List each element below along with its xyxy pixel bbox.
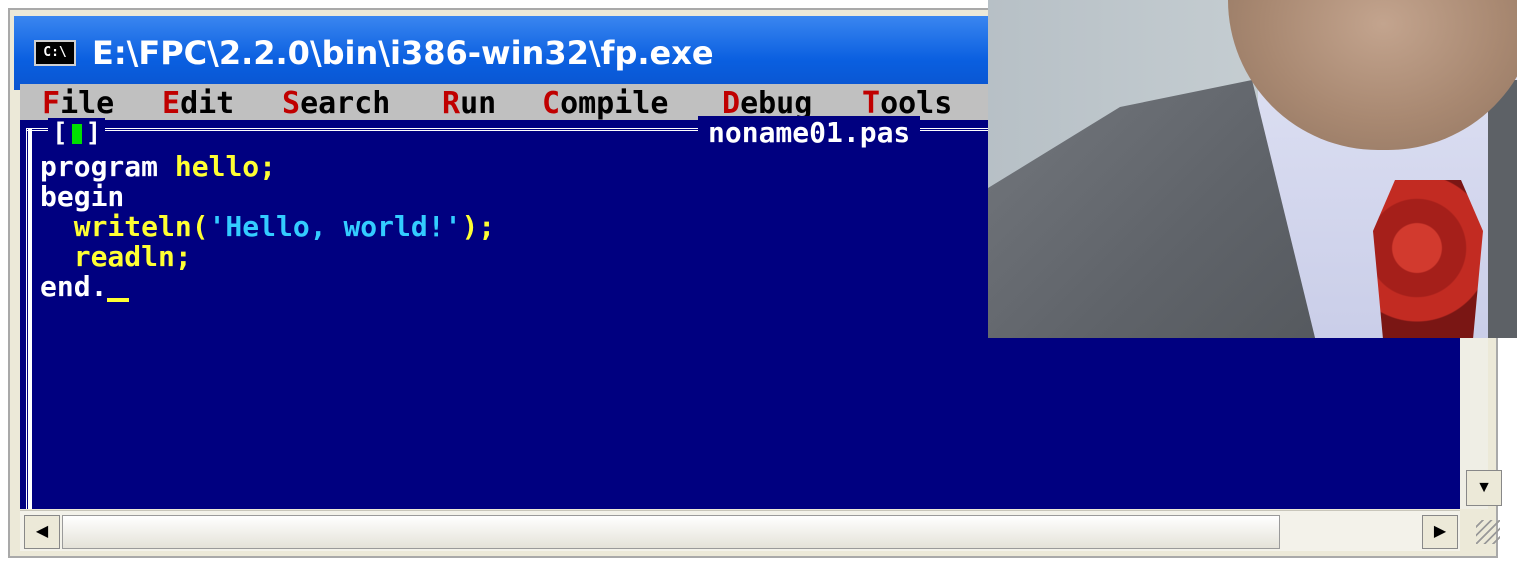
close-box-open-bracket: [ xyxy=(52,118,68,148)
code-line-1: program hello; xyxy=(40,152,495,182)
editor-filename: noname01.pas xyxy=(698,116,921,150)
editor-close-box[interactable]: [] xyxy=(48,118,106,148)
menu-search-label: earch xyxy=(300,86,391,121)
menu-edit[interactable]: Edit xyxy=(162,86,234,121)
code-line-2: begin xyxy=(40,182,495,212)
menu-compile-hotkey: C xyxy=(542,86,561,121)
menu-compile-label: ompile xyxy=(560,86,669,121)
code-line-5: end. xyxy=(40,272,495,302)
menu-edit-label: dit xyxy=(180,86,235,121)
overlay-photo-portrait xyxy=(988,0,1517,338)
menu-edit-hotkey: E xyxy=(162,86,181,121)
menu-run-label: un xyxy=(460,86,497,121)
menu-file-label: ile xyxy=(60,86,115,121)
menu-search-hotkey: S xyxy=(282,86,301,121)
photo-jacket-right xyxy=(1488,80,1517,338)
console-app-icon[interactable]: C:\ xyxy=(34,40,76,66)
close-box-close-bracket: ] xyxy=(85,118,102,148)
editor-frame-left xyxy=(26,128,32,509)
code-keyword-program: program xyxy=(40,150,159,183)
close-box-icon xyxy=(71,123,82,144)
menu-file[interactable]: File xyxy=(42,86,114,121)
code-keyword-end: end. xyxy=(40,270,108,303)
menu-run[interactable]: Run xyxy=(442,86,496,121)
chevron-left-icon: ◀ xyxy=(35,523,49,540)
horizontal-scrollbar[interactable]: ◀ ▶ xyxy=(20,510,1460,551)
text-cursor xyxy=(107,298,130,302)
menu-run-hotkey: R xyxy=(442,86,461,121)
code-readln-call: readln; xyxy=(40,240,192,273)
code-program-name: hello; xyxy=(158,150,277,183)
code-string-literal: 'Hello, world!' xyxy=(208,210,462,243)
window-title: E:\FPC\2.2.0\bin\i386-win32\fp.exe xyxy=(92,34,714,72)
horizontal-scroll-thumb[interactable] xyxy=(62,515,1280,549)
code-line-4: readln; xyxy=(40,242,495,272)
code-editor[interactable]: program hello; begin writeln('Hello, worl… xyxy=(40,152,495,302)
code-writeln-end: ); xyxy=(461,210,496,243)
resize-grip[interactable] xyxy=(1476,520,1500,544)
code-line-3: writeln('Hello, world!'); xyxy=(40,212,495,242)
menu-search[interactable]: Search xyxy=(282,86,390,121)
menu-file-hotkey: F xyxy=(42,86,61,121)
scroll-right-button[interactable]: ▶ xyxy=(1422,515,1458,549)
scroll-left-button[interactable]: ◀ xyxy=(24,515,60,549)
code-keyword-begin: begin xyxy=(40,180,125,213)
menu-compile[interactable]: Compile xyxy=(542,86,668,121)
scroll-down-button[interactable]: ▼ xyxy=(1466,470,1502,506)
photo-tie xyxy=(1373,180,1483,338)
chevron-right-icon: ▶ xyxy=(1433,523,1447,540)
chevron-down-icon: ▼ xyxy=(1476,479,1492,496)
code-writeln-call: writeln( xyxy=(40,210,209,243)
